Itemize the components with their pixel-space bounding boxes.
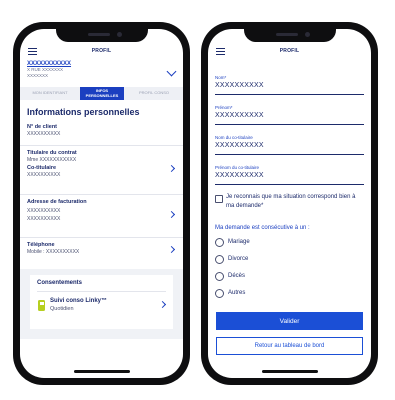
- billing-line2: XXXXXXXXXX: [27, 216, 61, 222]
- field-value[interactable]: XXXXXXXXXX: [215, 141, 364, 150]
- profile-info-screen: PROFIL XXXXXXXXXXX X RUE XXXXXXX XXXXXXX…: [20, 29, 183, 378]
- radio-divorce[interactable]: [215, 255, 224, 264]
- top-bar: PROFIL: [20, 45, 183, 59]
- phone-notch: [55, 29, 148, 42]
- field-value[interactable]: XXXXXXXXXX: [215, 81, 364, 90]
- profile-form-screen: PROFIL Nom* XXXXXXXXXX Prénom* XXXXXXXXX…: [208, 29, 371, 378]
- page-title: PROFIL: [279, 48, 300, 54]
- tab-profil-conso[interactable]: PROFIL CONSO: [124, 87, 183, 100]
- tab-infos-personnelles[interactable]: INFOS PERSONNELLES: [80, 87, 124, 100]
- page-title: PROFIL: [91, 48, 112, 54]
- confirm-checkbox-label[interactable]: Je reconnais que ma situation correspond…: [226, 193, 365, 210]
- linky-meter-icon: [38, 300, 45, 311]
- radio-label[interactable]: Décès: [228, 273, 245, 279]
- top-bar: PROFIL: [208, 45, 371, 59]
- phone-right: PROFIL Nom* XXXXXXXXXX Prénom* XXXXXXXXX…: [201, 22, 378, 385]
- phone-label: Téléphone: [27, 242, 55, 248]
- section-title: Informations personnelles: [27, 107, 140, 117]
- divider: [37, 291, 166, 292]
- phone-left: PROFIL XXXXXXXXXXX X RUE XXXXXXX XXXXXXX…: [13, 22, 190, 385]
- divider: [20, 237, 183, 238]
- last-name-field[interactable]: Nom* XXXXXXXXXX: [215, 75, 364, 95]
- holder-value: Mme XXXXXXXXXXX: [27, 157, 77, 163]
- divider: [20, 145, 183, 146]
- tab-mon-identifiant[interactable]: MON IDENTIFIANT: [20, 87, 80, 100]
- phone-notch: [243, 29, 336, 42]
- billing-line1: XXXXXXXXXX: [27, 208, 61, 214]
- chevron-right-icon[interactable]: [158, 300, 167, 309]
- client-number-value: XXXXXXXXXX: [27, 131, 61, 137]
- consent-item-name: Suivi conso Linky™: [50, 298, 108, 304]
- submit-button[interactable]: Valider: [216, 312, 363, 330]
- billing-label: Adresse de facturation: [27, 199, 87, 205]
- billing-address-row[interactable]: Adresse de facturation XXXXXXXXXX XXXXXX…: [27, 199, 177, 233]
- account-city: XXXXXXX: [27, 72, 49, 78]
- holder-label: Titulaire du contrat: [27, 150, 77, 156]
- first-name-field[interactable]: Prénom* XXXXXXXXXX: [215, 105, 364, 125]
- client-number-block: N° de client XXXXXXXXXX: [27, 124, 177, 137]
- consent-item-frequency: Quotidien: [50, 306, 74, 312]
- field-value[interactable]: XXXXXXXXXX: [215, 171, 364, 180]
- co-holder-value: XXXXXXXXXX: [27, 172, 61, 178]
- radio-mariage[interactable]: [215, 238, 224, 247]
- back-to-dashboard-button[interactable]: Retour au tableau de bord: [216, 337, 363, 355]
- home-indicator: [73, 370, 130, 373]
- client-number-label: N° de client: [27, 124, 58, 130]
- contract-holder-row[interactable]: Titulaire du contrat Mme XXXXXXXXXXX Co-…: [27, 150, 177, 190]
- co-holder-first-name-field[interactable]: Prénom du co-titulaire XXXXXXXXXX: [215, 165, 364, 185]
- confirm-checkbox[interactable]: [215, 195, 223, 203]
- consents-title: Consentements: [37, 280, 83, 286]
- reason-question: Ma demande est consécutive à un :: [215, 225, 310, 231]
- radio-label[interactable]: Divorce: [228, 256, 248, 262]
- co-holder-last-name-field[interactable]: Nom du co-titulaire XXXXXXXXXX: [215, 135, 364, 155]
- co-holder-label: Co-titulaire: [27, 165, 57, 171]
- phone-value: Mobile : XXXXXXXXXX: [27, 249, 80, 255]
- consents-section: Consentements Suivi conso Linky™ Quotidi…: [20, 269, 183, 339]
- radio-deces[interactable]: [215, 272, 224, 281]
- profile-tabs: MON IDENTIFIANT INFOS PERSONNELLES PROFI…: [20, 87, 183, 100]
- account-selector[interactable]: XXXXXXXXXXX X RUE XXXXXXX XXXXXXX: [20, 61, 183, 86]
- radio-autres[interactable]: [215, 289, 224, 298]
- phone-row[interactable]: Téléphone Mobile : XXXXXXXXXX: [27, 242, 177, 266]
- radio-label[interactable]: Mariage: [228, 239, 250, 245]
- radio-label[interactable]: Autres: [228, 290, 245, 296]
- home-indicator: [261, 370, 318, 373]
- field-value[interactable]: XXXXXXXXXX: [215, 111, 364, 120]
- consents-card[interactable]: Consentements Suivi conso Linky™ Quotidi…: [30, 275, 173, 329]
- divider: [20, 194, 183, 195]
